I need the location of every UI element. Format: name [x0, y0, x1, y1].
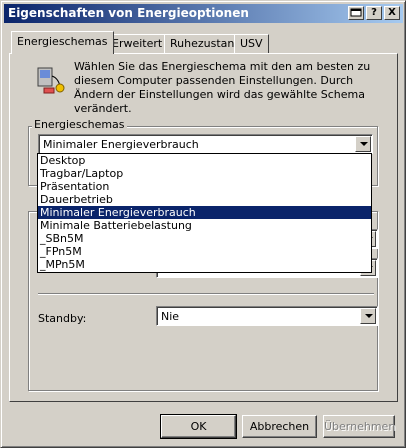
standby-select-value: Nie: [161, 310, 180, 323]
properties-window: Eigenschaften von Energieoptionen ? X En…: [0, 0, 406, 448]
tab-energieschemas[interactable]: Energieschemas: [11, 31, 114, 54]
list-item[interactable]: Minimale Batteriebelastung: [38, 219, 371, 232]
power-scheme-icon: [34, 62, 66, 96]
standby-label: Standby:: [38, 312, 87, 325]
list-item[interactable]: Präsentation: [38, 180, 371, 193]
list-item[interactable]: Desktop: [38, 154, 371, 167]
tab-label: Ruhezustand: [170, 37, 242, 50]
list-item-selected[interactable]: Minimaler Energieverbrauch: [38, 206, 371, 219]
divider: [38, 293, 374, 295]
window-title: Eigenschaften von Energieoptionen: [8, 6, 249, 20]
tab-label: USV: [240, 37, 263, 50]
list-item[interactable]: Dauerbetrieb: [38, 193, 371, 206]
list-item[interactable]: _MPn5M: [38, 258, 371, 271]
schemes-group-label: Energieschemas: [32, 118, 127, 131]
list-item[interactable]: _FPn5M: [38, 245, 371, 258]
help-button[interactable]: ?: [366, 6, 382, 20]
cancel-button[interactable]: Abbrechen: [242, 415, 317, 438]
title-bar[interactable]: Eigenschaften von Energieoptionen ? X: [4, 4, 403, 23]
chevron-down-icon[interactable]: [355, 136, 371, 152]
list-item[interactable]: _SBn5M: [38, 232, 371, 245]
window-menu-icon[interactable]: [348, 6, 364, 20]
tab-label: Erweitert: [112, 37, 163, 50]
apply-button[interactable]: Übernehmen: [323, 415, 395, 438]
tab-erweitert[interactable]: Erweitert: [106, 34, 169, 53]
tab-usv[interactable]: USV: [234, 34, 269, 53]
scheme-dropdown-list[interactable]: Desktop Tragbar/Laptop Präsentation Daue…: [37, 153, 372, 273]
list-item[interactable]: Tragbar/Laptop: [38, 167, 371, 180]
chevron-down-icon[interactable]: [360, 308, 376, 324]
close-button[interactable]: X: [384, 6, 400, 20]
scheme-select-value: Minimaler Energieverbrauch: [43, 138, 199, 151]
intro-text: Wählen Sie das Energieschema mit den am …: [74, 60, 371, 115]
tab-label: Energieschemas: [17, 35, 108, 48]
standby-select[interactable]: Nie: [156, 306, 378, 326]
ok-button[interactable]: OK: [160, 414, 237, 439]
scheme-select[interactable]: Minimaler Energieverbrauch: [38, 134, 373, 154]
